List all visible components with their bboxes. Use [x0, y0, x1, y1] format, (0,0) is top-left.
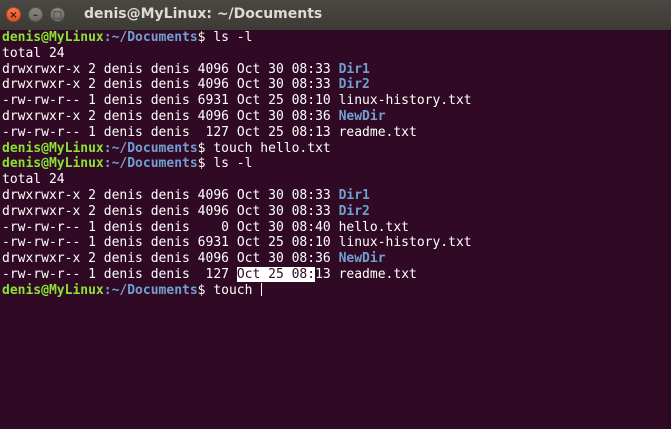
directory-name: Dir2 — [338, 203, 370, 219]
file-name: readme.txt — [338, 266, 417, 282]
prompt-line: denis@MyLinux:~/Documents$ touch hello.t… — [2, 141, 671, 157]
prompt-user-host: denis@MyLinux — [2, 156, 104, 172]
prompt-user-host: denis@MyLinux — [2, 282, 104, 298]
title-bar[interactable]: × – □ denis@MyLinux: ~/Documents — [0, 0, 671, 31]
file-meta: drwxrwxr-x 2 denis denis 4096 — [2, 203, 237, 219]
close-icon: × — [9, 10, 18, 21]
file-date: Oct 25 08:10 — [236, 93, 339, 109]
listing-row: drwxrwxr-x 2 denis denis 4096 Oct 30 08:… — [2, 109, 671, 125]
file-date: Oct 30 08:33 — [236, 77, 339, 93]
total-text: total 24 — [2, 45, 65, 61]
file-date: Oct 30 08:40 — [236, 219, 339, 235]
text-cursor — [261, 282, 263, 296]
file-date: Oct 30 08:36 — [236, 251, 339, 267]
prompt-line: denis@MyLinux:~/Documents$ ls -l — [2, 156, 671, 172]
minimize-button[interactable]: – — [28, 7, 43, 22]
prompt-user-host: denis@MyLinux — [2, 30, 104, 45]
prompt-symbol: $ — [197, 30, 214, 45]
prompt-user-host: denis@MyLinux — [2, 140, 104, 156]
directory-name: Dir1 — [338, 61, 370, 77]
prompt-path: :~/Documents — [103, 282, 198, 298]
listing-row: -rw-rw-r-- 1 denis denis 127 Oct 25 08:1… — [2, 125, 671, 141]
prompt-symbol: $ — [197, 140, 214, 156]
command-text: ls -l — [213, 30, 253, 45]
command-text: ls -l — [213, 156, 253, 172]
listing-row: -rw-rw-r-- 1 denis denis 0 Oct 30 08:40 … — [2, 220, 671, 236]
file-name: linux-history.txt — [338, 93, 472, 109]
file-meta: drwxrwxr-x 2 denis denis 4096 — [2, 108, 237, 124]
prompt-line: denis@MyLinux:~/Documents$ touch — [2, 282, 671, 299]
directory-name: Dir1 — [338, 187, 370, 203]
total-text: total 24 — [2, 172, 65, 188]
listing-row: -rw-rw-r-- 1 denis denis 6931 Oct 25 08:… — [2, 235, 671, 251]
listing-row: -rw-rw-r-- 1 denis denis 6931 Oct 25 08:… — [2, 93, 671, 109]
prompt-path: :~/Documents — [103, 156, 198, 172]
listing-total: total 24 — [2, 46, 671, 62]
file-meta: drwxrwxr-x 2 denis denis 4096 — [2, 251, 237, 267]
file-date: Oct 30 08:33 — [236, 203, 339, 219]
maximize-button[interactable]: □ — [50, 7, 65, 22]
listing-row: drwxrwxr-x 2 denis denis 4096 Oct 30 08:… — [2, 77, 671, 93]
prompt-path: :~/Documents — [103, 140, 198, 156]
file-meta: drwxrwxr-x 2 denis denis 4096 — [2, 187, 237, 203]
maximize-icon: □ — [52, 10, 63, 21]
terminal-window: × – □ denis@MyLinux: ~/Documents denis@M… — [0, 0, 671, 429]
prompt-symbol: $ — [197, 282, 214, 298]
window-title: denis@MyLinux: ~/Documents — [84, 6, 323, 22]
prompt-symbol: $ — [197, 156, 214, 172]
file-meta: -rw-rw-r-- 1 denis denis 127 — [2, 266, 237, 282]
prompt-line: denis@MyLinux:~/Documents$ ls -l — [2, 30, 671, 46]
file-date: Oct 25 08:10 — [236, 235, 339, 251]
file-date: 13 — [315, 266, 339, 282]
file-name: readme.txt — [338, 124, 417, 140]
file-date: Oct 30 08:33 — [236, 187, 339, 203]
listing-row: drwxrwxr-x 2 denis denis 4096 Oct 30 08:… — [2, 251, 671, 267]
file-meta: -rw-rw-r-- 1 denis denis 6931 — [2, 93, 237, 109]
file-meta: drwxrwxr-x 2 denis denis 4096 — [2, 77, 237, 93]
close-button[interactable]: × — [6, 7, 21, 22]
file-date: Oct 25 08:13 — [236, 124, 339, 140]
command-text: touch hello.txt — [213, 140, 331, 156]
file-meta: drwxrwxr-x 2 denis denis 4096 — [2, 61, 237, 77]
minimize-icon: – — [33, 10, 38, 21]
terminal-output[interactable]: denis@MyLinux:~/Documents$ ls -l total 24… — [0, 30, 671, 429]
file-date: Oct 30 08:33 — [236, 61, 339, 77]
directory-name: NewDir — [338, 251, 386, 267]
file-meta: -rw-rw-r-- 1 denis denis 0 — [2, 219, 237, 235]
directory-name: NewDir — [338, 108, 386, 124]
file-name: hello.txt — [338, 219, 410, 235]
command-text: touch — [213, 282, 261, 298]
listing-row: drwxrwxr-x 2 denis denis 4096 Oct 30 08:… — [2, 188, 671, 204]
file-name: linux-history.txt — [338, 235, 472, 251]
directory-name: Dir2 — [338, 77, 370, 93]
file-date: Oct 30 08:36 — [236, 108, 339, 124]
selected-text: Oct 25 08: — [236, 266, 316, 282]
prompt-path: :~/Documents — [103, 30, 198, 45]
listing-row: -rw-rw-r-- 1 denis denis 127 Oct 25 08:1… — [2, 266, 671, 283]
listing-total: total 24 — [2, 172, 671, 188]
file-meta: -rw-rw-r-- 1 denis denis 6931 — [2, 235, 237, 251]
listing-row: drwxrwxr-x 2 denis denis 4096 Oct 30 08:… — [2, 62, 671, 78]
listing-row: drwxrwxr-x 2 denis denis 4096 Oct 30 08:… — [2, 204, 671, 220]
file-meta: -rw-rw-r-- 1 denis denis 127 — [2, 124, 237, 140]
